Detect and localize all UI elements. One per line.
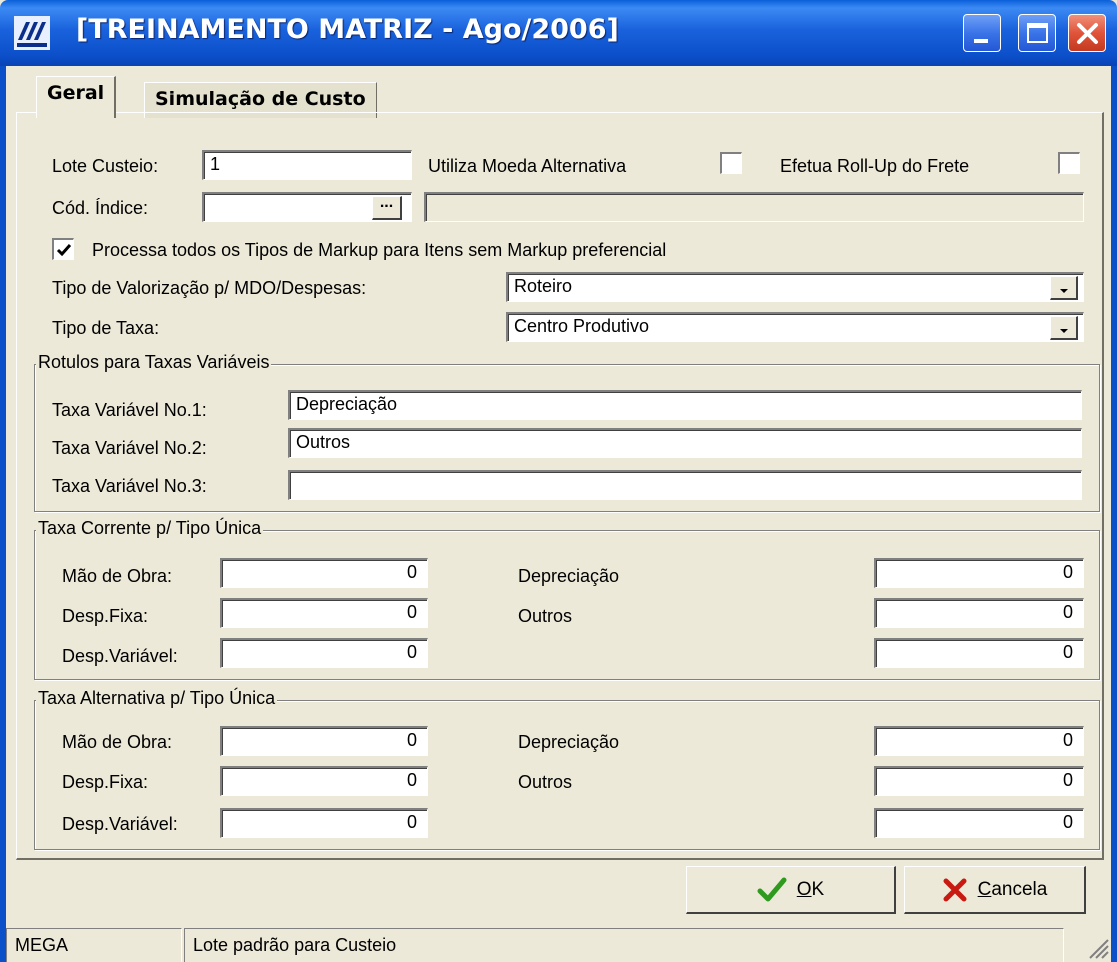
dialog-window: [TREINAMENTO MATRIZ - Ago/2006] Geral Si… xyxy=(0,0,1117,962)
minimize-button[interactable] xyxy=(963,14,1001,52)
taxa-alternativa-title: Taxa Alternativa p/ Tipo Única xyxy=(36,688,278,709)
resize-grip-icon[interactable] xyxy=(1084,934,1110,960)
mega-logo-icon[interactable] xyxy=(14,16,50,50)
window-frame-right xyxy=(1111,66,1117,962)
status-bar: MEGA Lote padrão para Custeio xyxy=(6,924,1111,962)
tab-panel-geral xyxy=(16,112,1104,860)
x-icon xyxy=(943,878,967,901)
taxa-corrente-title: Taxa Corrente p/ Tipo Única xyxy=(36,518,264,539)
window-frame-left xyxy=(0,66,6,962)
minimize-icon xyxy=(974,39,988,43)
checkmark-icon xyxy=(757,877,787,901)
title-bar[interactable]: [TREINAMENTO MATRIZ - Ago/2006] xyxy=(0,0,1117,66)
ok-button-label: OK xyxy=(796,878,825,900)
close-button[interactable] xyxy=(1068,14,1106,52)
maximize-button[interactable] xyxy=(1018,14,1056,52)
cancel-button[interactable]: Cancela xyxy=(904,866,1086,914)
close-icon xyxy=(1077,23,1098,44)
status-message: Lote padrão para Custeio xyxy=(184,928,1064,962)
status-company: MEGA xyxy=(6,928,182,962)
window-title: [TREINAMENTO MATRIZ - Ago/2006] xyxy=(76,14,619,45)
rotulos-taxas-title: Rotulos para Taxas Variáveis xyxy=(36,352,272,373)
cancel-button-label: Cancela xyxy=(977,878,1048,900)
tab-geral[interactable]: Geral xyxy=(36,76,117,118)
maximize-icon xyxy=(1027,23,1048,43)
ok-button[interactable]: OK xyxy=(686,866,896,914)
